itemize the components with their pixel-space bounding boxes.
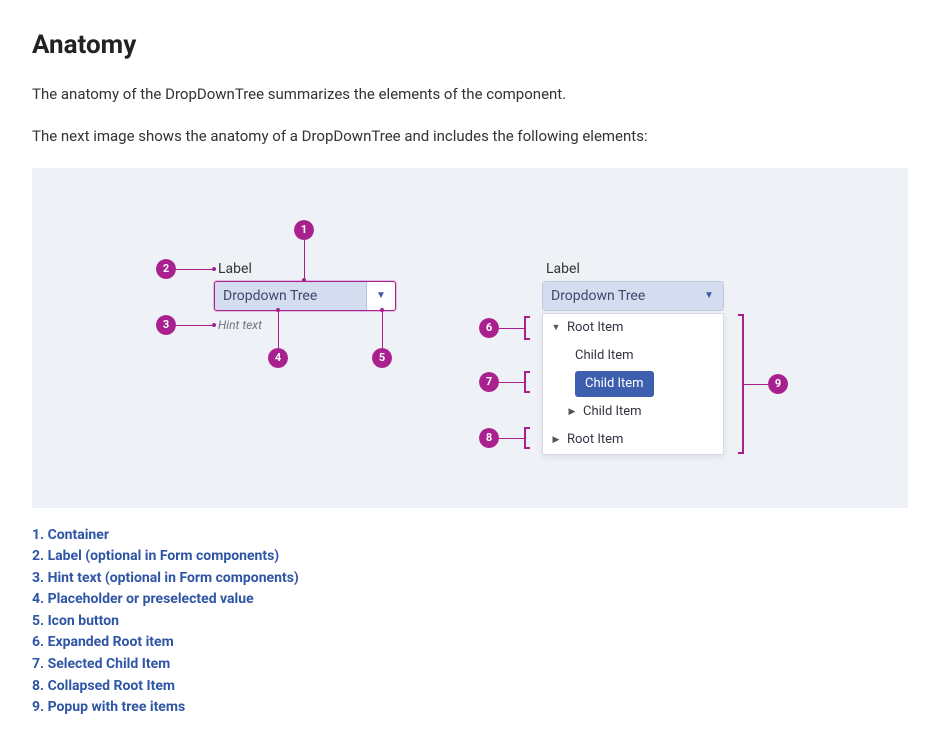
- triangle-right-icon: ▶: [567, 407, 577, 417]
- legend-item: 4. Placeholder or preselected value: [32, 590, 916, 610]
- tree-child-selected[interactable]: Child Item: [575, 371, 654, 397]
- tree-popup[interactable]: ▼ Root Item Child Item Child Item ▶ Chil…: [542, 313, 724, 455]
- marker-7: 7: [479, 372, 499, 392]
- marker-4: 4: [268, 348, 288, 368]
- legend-item: 7. Selected Child Item: [32, 655, 916, 675]
- tree-root-collapsed[interactable]: ▶ Root Item: [543, 426, 723, 454]
- legend-item: 5. Icon button: [32, 612, 916, 632]
- legend-list: 1. Container 2. Label (optional in Form …: [32, 526, 916, 718]
- legend-item: 3. Hint text (optional in Form component…: [32, 569, 916, 589]
- dropdown-label: Label: [218, 261, 252, 277]
- chevron-down-icon: ▼: [704, 290, 714, 301]
- triangle-down-icon: ▼: [551, 322, 561, 333]
- dropdown-container[interactable]: Dropdown Tree ▼: [214, 281, 396, 311]
- tree-child-item[interactable]: Child Item: [543, 342, 723, 370]
- dropdown-toggle-button[interactable]: ▼: [367, 282, 395, 310]
- dropdown-hint: Hint text: [218, 318, 262, 332]
- triangle-right-icon: ▶: [551, 435, 561, 445]
- marker-8: 8: [479, 428, 499, 448]
- dropdown2-value: Dropdown Tree: [543, 282, 695, 310]
- tree-item-label: Root Item: [567, 432, 623, 447]
- marker-2: 2: [156, 259, 176, 279]
- legend-item: 1. Container: [32, 526, 916, 546]
- legend-item: 8. Collapsed Root Item: [32, 677, 916, 697]
- tree-item-label: Root Item: [567, 320, 623, 335]
- tree-item-label: Child Item: [575, 348, 634, 363]
- anatomy-diagram: Label Dropdown Tree ▼ Hint text 1 2 3 4 …: [32, 168, 908, 508]
- dropdown2-label: Label: [546, 261, 580, 277]
- legend-item: 6. Expanded Root item: [32, 633, 916, 653]
- page-title: Anatomy: [32, 30, 916, 60]
- marker-9: 9: [768, 374, 788, 394]
- marker-1: 1: [294, 220, 314, 240]
- tree-item-label: Child Item: [583, 404, 642, 419]
- intro-paragraph-2: The next image shows the anatomy of a Dr…: [32, 126, 916, 148]
- marker-3: 3: [156, 315, 176, 335]
- legend-item: 2. Label (optional in Form components): [32, 547, 916, 567]
- legend-item: 9. Popup with tree items: [32, 698, 916, 718]
- tree-item-label: Child Item: [585, 376, 644, 391]
- chevron-down-icon: ▼: [376, 290, 386, 301]
- marker-5: 5: [372, 348, 392, 368]
- dropdown2-container[interactable]: Dropdown Tree ▼: [542, 281, 724, 311]
- dropdown-value: Dropdown Tree: [215, 282, 367, 310]
- tree-root-expanded[interactable]: ▼ Root Item: [543, 314, 723, 342]
- tree-child-collapsed[interactable]: ▶ Child Item: [543, 398, 723, 426]
- marker-6: 6: [479, 318, 499, 338]
- dropdown2-toggle-button[interactable]: ▼: [695, 282, 723, 310]
- intro-paragraph-1: The anatomy of the DropDownTree summariz…: [32, 84, 916, 106]
